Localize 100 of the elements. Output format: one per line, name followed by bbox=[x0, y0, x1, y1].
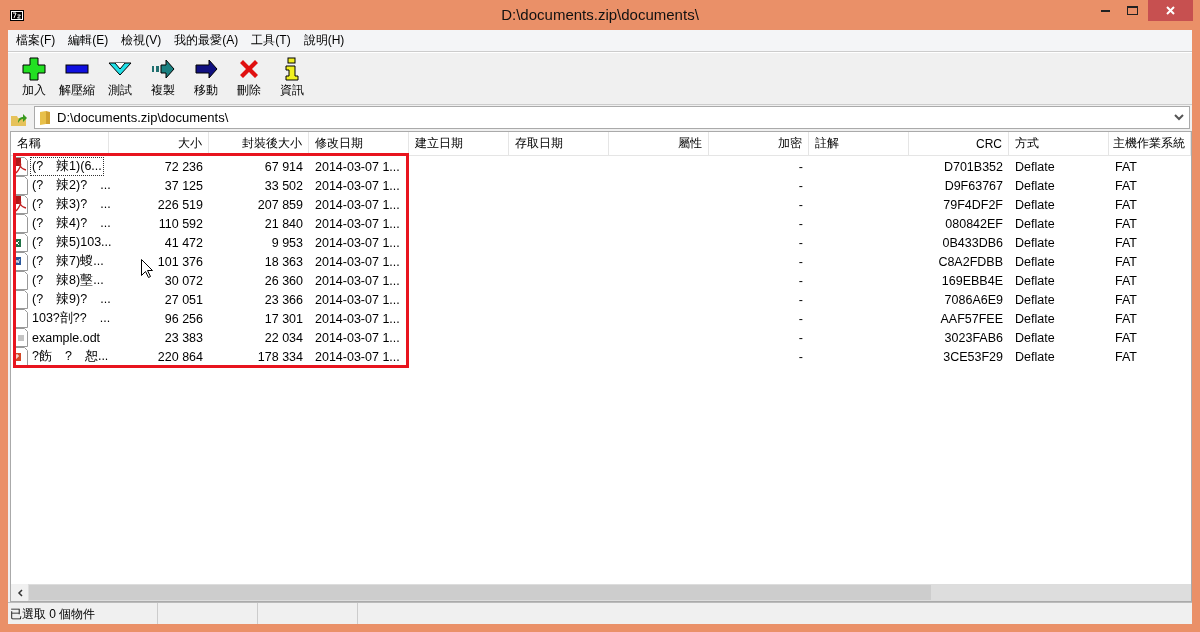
toolbar-button[interactable]: 加入 bbox=[12, 57, 55, 99]
table-cell: 2014-03-07 1... bbox=[315, 197, 400, 212]
table-cell: Deflate bbox=[1015, 349, 1055, 364]
plus-icon bbox=[21, 57, 46, 81]
table-cell: 23 366 bbox=[264, 292, 303, 307]
address-field[interactable]: D:\documents.zip\documents\ bbox=[34, 106, 1190, 129]
table-cell: Deflate bbox=[1015, 292, 1055, 307]
arrow-icon bbox=[193, 57, 218, 81]
file-name[interactable]: example.odt bbox=[30, 329, 103, 346]
table-cell: 178 334 bbox=[257, 349, 303, 364]
arrow-icon bbox=[150, 57, 175, 81]
close-button[interactable] bbox=[1148, 0, 1193, 21]
table-cell: FAT bbox=[1115, 216, 1137, 231]
table-cell: 2014-03-07 1... bbox=[315, 349, 400, 364]
dropdown-icon[interactable] bbox=[1174, 114, 1184, 121]
table-cell: 2014-03-07 1... bbox=[315, 292, 400, 307]
file-name[interactable]: (? 辣1)(6... bbox=[30, 157, 104, 176]
table-cell: 2014-03-07 1... bbox=[315, 311, 400, 326]
table-cell: - bbox=[798, 349, 803, 364]
table-cell: 18 363 bbox=[264, 254, 303, 269]
file-name[interactable]: (? 辣8)墼... bbox=[30, 271, 106, 290]
table-cell: 2014-03-07 1... bbox=[315, 159, 400, 174]
table-cell: 72 236 bbox=[164, 159, 203, 174]
table-cell: FAT bbox=[1115, 235, 1137, 250]
maximize-icon bbox=[1127, 6, 1138, 15]
file-name[interactable]: (? 辣2)? ... bbox=[30, 176, 113, 195]
table-cell: 22 034 bbox=[264, 330, 303, 345]
table-cell: 101 376 bbox=[157, 254, 203, 269]
table-cell: 3CE53F29 bbox=[943, 349, 1003, 364]
table-cell: 26 360 bbox=[264, 273, 303, 288]
table-cell: 21 840 bbox=[264, 216, 303, 231]
table-cell: 220 864 bbox=[157, 349, 203, 364]
table-cell: - bbox=[798, 235, 803, 250]
table-cell: 226 519 bbox=[157, 197, 203, 212]
table-cell: - bbox=[798, 273, 803, 288]
file-name[interactable]: (? 辣3)? ... bbox=[30, 195, 113, 214]
table-cell: FAT bbox=[1115, 159, 1137, 174]
mouse-pointer-icon bbox=[141, 259, 153, 278]
table-cell: FAT bbox=[1115, 197, 1137, 212]
table-cell: - bbox=[798, 216, 803, 231]
table-cell: 2014-03-07 1... bbox=[315, 216, 400, 231]
toolbar-button[interactable]: 測試 bbox=[98, 57, 141, 99]
file-name[interactable]: 103?剖?? ... bbox=[30, 309, 113, 328]
table-cell: Deflate bbox=[1015, 216, 1055, 231]
table-cell: 110 592 bbox=[158, 216, 203, 231]
table-cell: 2014-03-07 1... bbox=[315, 235, 400, 250]
table-cell: 0B433DB6 bbox=[942, 235, 1003, 250]
table-cell: 2014-03-07 1... bbox=[315, 254, 400, 269]
table-cell: FAT bbox=[1115, 178, 1137, 193]
menu-item[interactable]: 工具(T) bbox=[245, 30, 297, 51]
menu-item[interactable]: 我的最愛(A) bbox=[168, 30, 245, 51]
table-cell: - bbox=[798, 330, 803, 345]
table-cell: 9 953 bbox=[271, 235, 303, 250]
toolbar-button[interactable]: 解壓縮 bbox=[55, 57, 98, 99]
menu-item[interactable]: 說明(H) bbox=[297, 30, 351, 51]
table-cell: 96 256 bbox=[164, 311, 203, 326]
table-cell: Deflate bbox=[1015, 197, 1055, 212]
table-cell: FAT bbox=[1115, 330, 1137, 345]
table-cell: 79F4DF2F bbox=[943, 197, 1003, 212]
toolbar-button[interactable]: 資訊 bbox=[270, 57, 313, 99]
table-cell: 2014-03-07 1... bbox=[315, 273, 400, 288]
file-name[interactable]: ?飭 ? 恕... bbox=[30, 347, 111, 366]
folder-icon bbox=[39, 110, 51, 125]
table-cell: 67 914 bbox=[264, 159, 303, 174]
file-name[interactable]: (? 辣9)? ... bbox=[30, 290, 113, 309]
toolbar-button[interactable]: 刪除 bbox=[227, 57, 270, 99]
table-cell: 30 072 bbox=[164, 273, 203, 288]
table-cell: 2014-03-07 1... bbox=[315, 178, 400, 193]
table-cell: Deflate bbox=[1015, 311, 1055, 326]
menu-item[interactable]: 編輯(E) bbox=[62, 30, 115, 51]
file-name[interactable]: (? 辣5)103... bbox=[30, 233, 114, 252]
table-cell: 23 383 bbox=[164, 330, 203, 345]
table-cell: D9F63767 bbox=[944, 178, 1003, 193]
table-cell: - bbox=[798, 311, 803, 326]
menu-item[interactable]: 檢視(V) bbox=[115, 30, 168, 51]
table-cell: 169EBB4E bbox=[941, 273, 1003, 288]
table-cell: - bbox=[798, 292, 803, 307]
table-cell: Deflate bbox=[1015, 330, 1055, 345]
table-cell: 37 125 bbox=[164, 178, 203, 193]
scroll-left-button[interactable] bbox=[11, 584, 28, 601]
table-cell: Deflate bbox=[1015, 235, 1055, 250]
toolbar-button[interactable]: 複製 bbox=[141, 57, 184, 99]
file-name[interactable]: (? 辣4)? ... bbox=[30, 214, 113, 233]
table-cell: D701B352 bbox=[943, 159, 1003, 174]
scrollbar-thumb[interactable] bbox=[29, 585, 931, 600]
table-cell: Deflate bbox=[1015, 178, 1055, 193]
status-text: 已選取 0 個物件 bbox=[8, 603, 158, 624]
address-input: D:\documents.zip\documents\ bbox=[57, 110, 1168, 125]
file-name[interactable]: (? 辣7)蝬... bbox=[30, 252, 106, 271]
table-cell: 33 502 bbox=[264, 178, 303, 193]
table-cell: FAT bbox=[1115, 349, 1137, 364]
table-cell: 27 051 bbox=[164, 292, 203, 307]
table-cell: FAT bbox=[1115, 273, 1137, 288]
table-cell: FAT bbox=[1115, 311, 1137, 326]
menu-item[interactable]: 檔案(F) bbox=[10, 30, 62, 51]
table-cell: 41 472 bbox=[164, 235, 203, 250]
chevron-left-icon bbox=[16, 588, 23, 597]
toolbar-button[interactable]: 移動 bbox=[184, 57, 227, 99]
table-cell: - bbox=[798, 254, 803, 269]
minimize-icon bbox=[1101, 9, 1110, 12]
